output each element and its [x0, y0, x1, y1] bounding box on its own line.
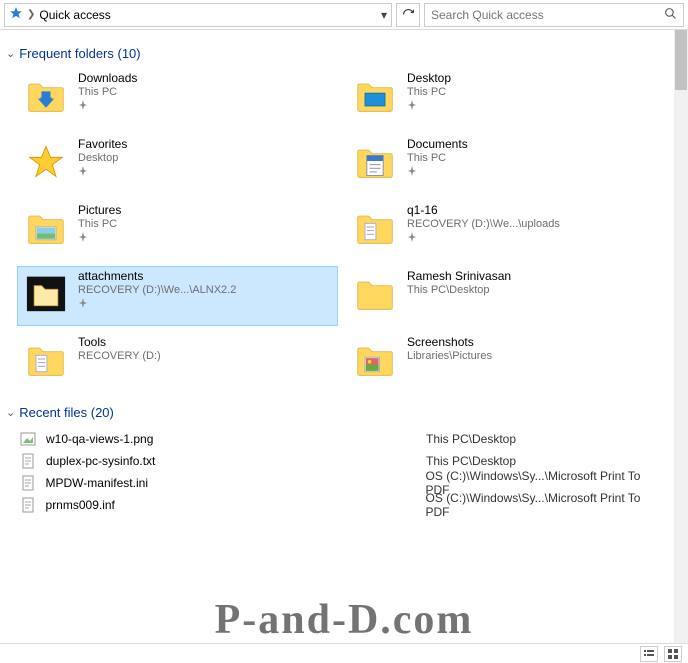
view-details-button[interactable] [640, 646, 658, 662]
pictures-icon [22, 203, 70, 251]
pin-icon [407, 100, 451, 113]
address-text: Quick access [39, 8, 381, 22]
folder-item[interactable]: attachments RECOVERY (D:)\We...\ALNX2.2 [18, 267, 337, 325]
folder-item[interactable]: q1-16 RECOVERY (D:)\We...\uploads [347, 201, 666, 259]
folder-path: Libraries\Pictures [407, 350, 492, 362]
folder-item[interactable]: Favorites Desktop [18, 135, 337, 193]
folder-name: Desktop [407, 71, 451, 85]
file-name: MPDW-manifest.ini [46, 476, 426, 490]
folder-path: RECOVERY (D:)\We...\uploads [407, 218, 560, 230]
recent-file-row[interactable]: w10-qa-views-1.png This PC\Desktop [8, 428, 666, 450]
dropdown-icon[interactable]: ▾ [381, 8, 387, 22]
folder-name: Documents [407, 137, 468, 151]
folder-icon [351, 269, 399, 317]
recent-list: w10-qa-views-1.png This PC\Desktop duple… [8, 428, 666, 516]
folder-item[interactable]: Tools RECOVERY (D:) [18, 333, 337, 391]
frequent-group-header[interactable]: ⌄ Frequent folders (10) [6, 46, 666, 61]
folder-name: attachments [78, 269, 236, 283]
desktop-icon [351, 71, 399, 119]
folder-item[interactable]: Screenshots Libraries\Pictures [347, 333, 666, 391]
folder-path: This PC [407, 86, 451, 98]
folder-path: This PC\Desktop [407, 284, 511, 296]
folder-item[interactable]: Pictures This PC [18, 201, 337, 259]
folders-grid: Downloads This PC Desktop This PC Favori… [8, 69, 666, 391]
pin-icon [78, 298, 236, 311]
downloads-icon [22, 71, 70, 119]
chevron-down-icon: ⌄ [6, 47, 15, 60]
folder-item[interactable]: Ramesh Srinivasan This PC\Desktop [347, 267, 666, 325]
folder-item[interactable]: Documents This PC [347, 135, 666, 193]
file-path: OS (C:)\Windows\Sy...\Microsoft Print To… [426, 491, 662, 519]
folder-name: Favorites [78, 137, 127, 151]
folder-docs-icon [22, 335, 70, 383]
folder-dark-icon [22, 269, 70, 317]
folder-path: RECOVERY (D:)\We...\ALNX2.2 [78, 284, 236, 296]
scrollbar[interactable] [674, 30, 688, 663]
file-name: duplex-pc-sysinfo.txt [46, 454, 426, 468]
file-icon [18, 474, 38, 492]
folder-path: Desktop [78, 152, 127, 164]
search-box[interactable] [424, 3, 684, 27]
folder-path: RECOVERY (D:) [78, 350, 161, 362]
favorites-icon [22, 137, 70, 185]
address-bar[interactable]: ❯ Quick access ▾ [4, 3, 392, 27]
chevron-right-icon: ❯ [23, 9, 39, 20]
folder-docs-icon [351, 203, 399, 251]
recent-file-row[interactable]: prnms009.inf OS (C:)\Windows\Sy...\Micro… [8, 494, 666, 516]
folder-name: Pictures [78, 203, 121, 217]
pin-icon [407, 232, 560, 245]
recent-label: Recent files (20) [19, 405, 114, 420]
view-tiles-button[interactable] [664, 646, 682, 662]
refresh-button[interactable] [396, 3, 420, 27]
file-icon [18, 496, 38, 514]
chevron-down-icon: ⌄ [6, 406, 15, 419]
file-path: This PC\Desktop [426, 454, 516, 468]
file-name: w10-qa-views-1.png [46, 432, 426, 446]
file-name: prnms009.inf [46, 498, 426, 512]
quick-access-icon [9, 6, 23, 23]
folder-pics-icon [351, 335, 399, 383]
pin-icon [78, 166, 127, 179]
file-icon [18, 452, 38, 470]
folder-path: This PC [78, 86, 137, 98]
folder-name: Tools [78, 335, 161, 349]
file-path: This PC\Desktop [426, 432, 516, 446]
statusbar [0, 643, 688, 663]
recent-group-header[interactable]: ⌄ Recent files (20) [6, 405, 666, 420]
folder-name: Screenshots [407, 335, 492, 349]
scrollbar-thumb[interactable] [675, 30, 687, 90]
toolbar: ❯ Quick access ▾ [0, 0, 688, 30]
search-input[interactable] [425, 8, 658, 22]
pin-icon [407, 166, 468, 179]
documents-icon [351, 137, 399, 185]
folder-path: This PC [78, 218, 121, 230]
folder-item[interactable]: Desktop This PC [347, 69, 666, 127]
folder-path: This PC [407, 152, 468, 164]
folder-name: q1-16 [407, 203, 560, 217]
frequent-label: Frequent folders (10) [19, 46, 140, 61]
search-icon [658, 7, 683, 23]
pin-icon [78, 232, 121, 245]
folder-name: Downloads [78, 71, 137, 85]
content-area: ⌄ Frequent folders (10) Downloads This P… [0, 30, 674, 663]
file-icon [18, 430, 38, 448]
folder-name: Ramesh Srinivasan [407, 269, 511, 283]
folder-item[interactable]: Downloads This PC [18, 69, 337, 127]
pin-icon [78, 100, 137, 113]
